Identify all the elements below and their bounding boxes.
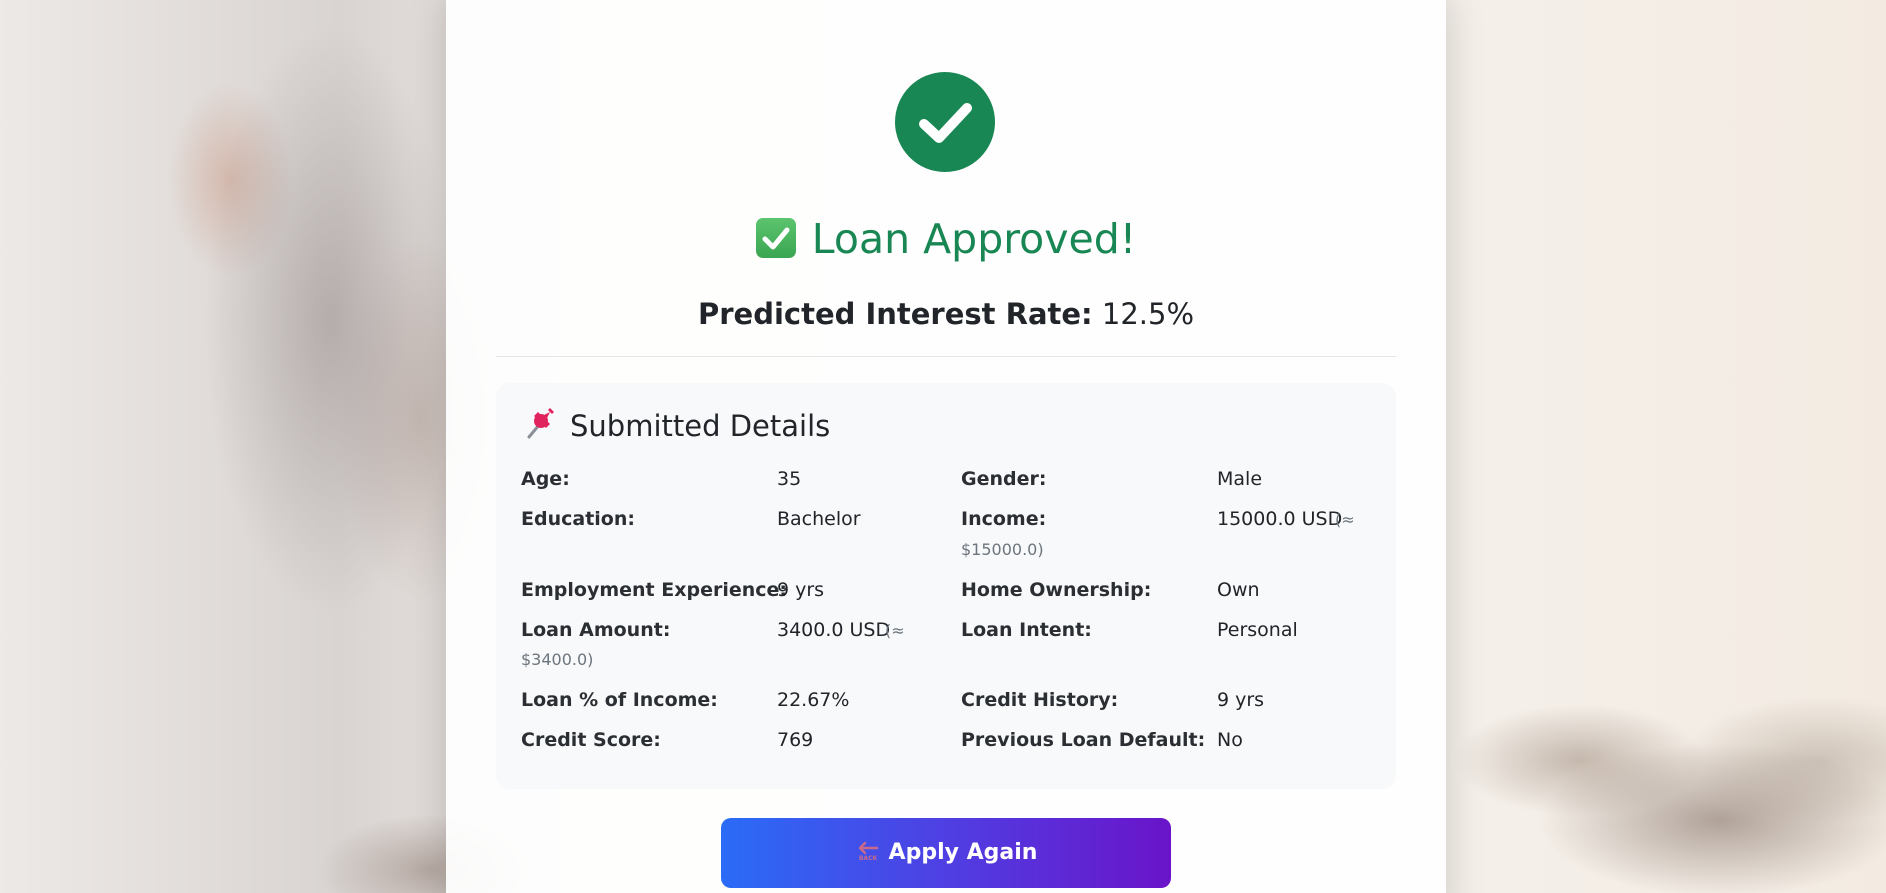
check-circle-icon: [895, 72, 995, 172]
submitted-details-title: Submitted Details: [570, 409, 831, 443]
credit-history-value: 9 yrs: [1217, 689, 1265, 711]
divider: [496, 356, 1396, 357]
age-label: Age:: [521, 468, 570, 490]
employment-experience-value: 9 yrs: [777, 579, 825, 601]
loan-intent-label: Loan Intent:: [961, 619, 1092, 641]
pushpin-icon: [524, 406, 558, 440]
education-value: Bachelor: [777, 508, 861, 530]
age-value: 35: [777, 468, 802, 490]
previous-loan-default-value: No: [1217, 729, 1243, 751]
income-approx: $15000.0): [961, 540, 1044, 559]
back-icon-text: BACK: [858, 855, 877, 862]
income-approx-open: (≈: [1335, 510, 1355, 529]
interest-rate-value: 12.5%: [1101, 297, 1195, 331]
interest-rate: Predicted Interest Rate: 12.5%: [446, 294, 1446, 334]
check-box-emoji-icon: [755, 218, 796, 258]
income-label: Income:: [961, 508, 1047, 530]
credit-history-label: Credit History:: [961, 689, 1119, 711]
loan-amount-label: Loan Amount:: [521, 619, 671, 641]
apply-again-label: Apply Again: [888, 840, 1038, 865]
approval-title: Loan Approved!: [446, 212, 1446, 266]
approval-title-text: Loan Approved!: [811, 215, 1137, 263]
loan-percent-income-value: 22.67%: [777, 689, 850, 711]
loan-amount-approx-open: (≈: [885, 621, 905, 640]
previous-loan-default-label: Previous Loan Default:: [961, 729, 1206, 751]
submitted-details-heading: Submitted Details: [524, 406, 830, 446]
loan-amount-approx: $3400.0): [521, 650, 594, 669]
apply-again-button[interactable]: BACK Apply Again: [721, 818, 1171, 888]
gender-label: Gender:: [961, 468, 1047, 490]
credit-score-label: Credit Score:: [521, 729, 661, 751]
employment-experience-label: Employment Experience:: [521, 579, 787, 601]
gender-value: Male: [1217, 468, 1263, 490]
interest-rate-label: Predicted Interest Rate:: [697, 297, 1093, 331]
loan-intent-value: Personal: [1217, 619, 1298, 641]
back-arrow-icon: BACK: [855, 840, 881, 862]
credit-score-value: 769: [777, 729, 814, 751]
loan-percent-income-label: Loan % of Income:: [521, 689, 718, 711]
home-ownership-label: Home Ownership:: [961, 579, 1152, 601]
home-ownership-value: Own: [1217, 579, 1260, 601]
education-label: Education:: [521, 508, 635, 530]
